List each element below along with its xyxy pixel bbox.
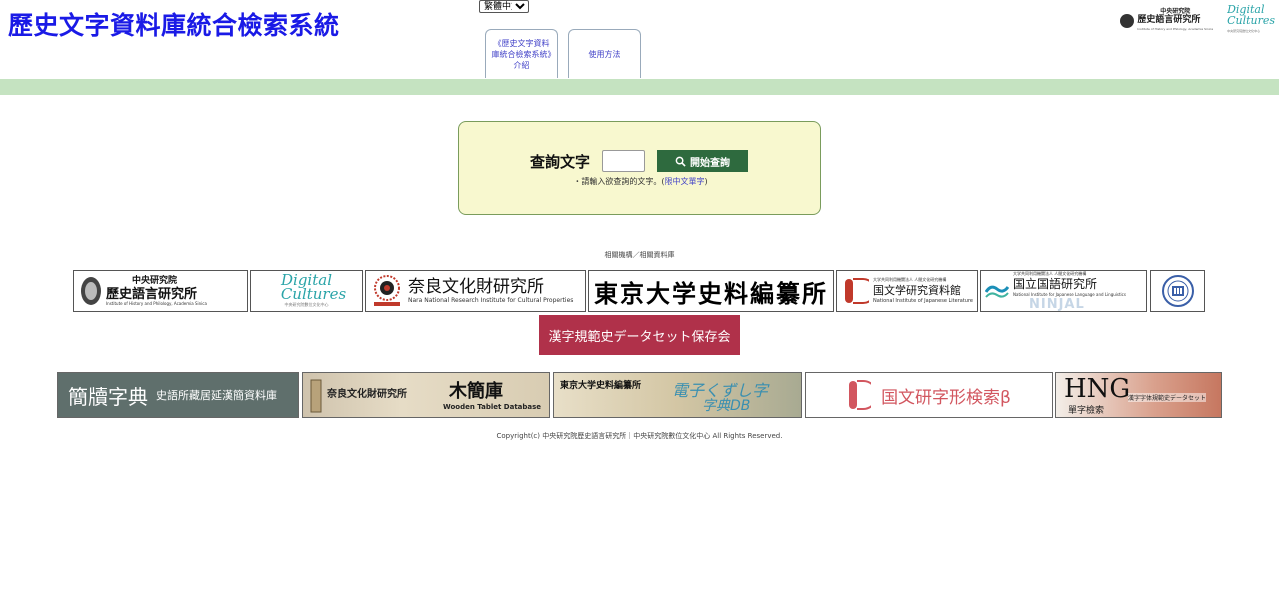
partner-dc-line2: Cultures xyxy=(280,285,347,303)
partner-historiographical-institute[interactable]: 東京大学史料編纂所 xyxy=(588,270,834,312)
partner-nijl-name: 国文学研究資料館 xyxy=(873,284,961,297)
nijl-book-icon xyxy=(849,380,872,410)
search-hint-link[interactable]: 限中文單字 xyxy=(665,177,705,186)
university-seal-icon xyxy=(1161,275,1194,307)
db-kuzushiji[interactable]: 東京大学史料編纂所 電子くずし字 字典DB xyxy=(553,372,802,418)
partner-ninjal-name: 国立国語研究所 xyxy=(1013,277,1098,291)
nara-emblem-icon xyxy=(374,275,400,306)
footer-copyright: Copyright(c) 中央研究院歷史語言研究所｜中央研究院數位文化中心 Al… xyxy=(496,432,783,440)
dc-header-line2: Cultures xyxy=(1227,14,1275,27)
partner-nijl-sub: National Institute of Japanese Literatur… xyxy=(873,298,973,304)
kanji-dataset-label: 漢字規範史データセット保存会 xyxy=(548,329,731,345)
db-jiandu-title: 簡牘字典 xyxy=(68,384,148,409)
tab-usage-label: 使用方法 xyxy=(588,49,621,59)
db-hng-side: 漢字字体規範史データセット xyxy=(1128,393,1207,402)
ihp-emblem-icon xyxy=(81,277,101,305)
partner-nijl[interactable]: 大学共同利用機関法人 人間文化研究機構 国文学研究資料館 National In… xyxy=(836,270,978,312)
db-mokkan-sub: Wooden Tablet Database xyxy=(443,403,542,411)
db-hng[interactable]: HNG 單字檢索 漢字字体規範史データセット xyxy=(1055,372,1222,418)
partner-dc-line3: 中央研究院數位文化中心 xyxy=(284,302,329,307)
db-jiandu-dictionary[interactable]: 簡牘字典 史語所藏居延漢簡資料庫 xyxy=(57,372,299,418)
tab-introduction[interactable]: 《歷史文字資料庫統合檢索系統》介紹 xyxy=(485,29,558,78)
partner-nara[interactable]: 奈良文化財研究所 Nara National Research Institut… xyxy=(365,270,586,312)
partner-ihp[interactable]: 中央研究院 歷史語言研究所 Institute of History and P… xyxy=(73,270,248,312)
ihp-header-line3: Institute of History and Philology, Acad… xyxy=(1137,27,1214,31)
partner-ninjal[interactable]: 大学共同利用機関法人 人間文化研究機構 国立国語研究所 National Ins… xyxy=(980,270,1147,312)
header-logos: 中央研究院 歷史語言研究所 Institute of History and P… xyxy=(1120,4,1279,37)
dc-header-line3: 中央研究院數位文化中心 xyxy=(1227,29,1261,33)
partner-ihp-line3: Institute of History and Philology, Acad… xyxy=(106,301,207,306)
db-kuzushiji-org: 東京大学史料編纂所 xyxy=(560,381,642,391)
ihp-header-logo[interactable]: 中央研究院 歷史語言研究所 Institute of History and P… xyxy=(1120,7,1213,34)
search-icon xyxy=(675,156,686,167)
header-divider-bar xyxy=(0,79,1279,95)
tab-usage[interactable]: 使用方法 xyxy=(568,29,641,78)
partner-digital-cultures[interactable]: Digital Cultures 中央研究院數位文化中心 xyxy=(250,270,363,312)
language-select[interactable]: 繁體中文 xyxy=(479,0,529,13)
dc-header-logo[interactable]: Digital Cultures 中央研究院數位文化中心 xyxy=(1227,4,1275,37)
search-button[interactable]: 開始查詢 xyxy=(657,150,748,172)
db-mokkan-org: 奈良文化財研究所 xyxy=(327,389,407,400)
db-jiandu-subtitle: 史語所藏居延漢簡資料庫 xyxy=(156,389,277,402)
db-mokkan[interactable]: 奈良文化財研究所 木簡庫 Wooden Tablet Database xyxy=(302,372,550,418)
partner-seal-logo[interactable] xyxy=(1150,270,1205,312)
mokkan-tablet-icon xyxy=(310,379,322,413)
search-panel: 查詢文字 開始查詢 ・請輸入欲查詢的文字。(限中文單字) xyxy=(458,121,821,215)
ninjal-wave-icon xyxy=(985,285,1009,298)
db-nijl-title: 国文研字形検索β xyxy=(881,387,1011,408)
db-hng-title: HNG xyxy=(1064,374,1131,404)
nijl-emblem-icon xyxy=(845,278,869,304)
search-hint: ・請輸入欲查詢的文字。(限中文單字) xyxy=(459,176,822,187)
site-title: 歷史文字資料庫統合檢索系統 xyxy=(8,11,340,40)
search-button-label: 開始查詢 xyxy=(690,157,730,169)
db-mokkan-title: 木簡庫 xyxy=(449,381,503,402)
db-kuzushiji-title2: 字典DB xyxy=(702,398,751,414)
db-nijl-glyph-search[interactable]: 国文研字形検索β xyxy=(805,372,1053,418)
search-hint-prefix: ・請輸入欲查詢的文字。( xyxy=(573,177,665,186)
partner-nara-sub: Nara National Research Institute for Cul… xyxy=(408,297,574,304)
search-input[interactable] xyxy=(602,150,645,172)
tab-introduction-label: 《歷史文字資料庫統合檢索系統》介紹 xyxy=(491,38,552,70)
partner-ihp-line2: 歷史語言研究所 xyxy=(106,287,198,302)
search-label: 查詢文字 xyxy=(530,153,591,171)
partner-nara-name: 奈良文化財研究所 xyxy=(408,277,544,297)
ihp-header-line2: 歷史語言研究所 xyxy=(1137,15,1201,25)
ihp-seal-icon xyxy=(1120,13,1135,28)
search-hint-suffix: ) xyxy=(704,177,708,186)
partner-ninjal-mark: NINJAL xyxy=(1029,297,1085,312)
db-hng-sub: 單字檢索 xyxy=(1068,406,1105,416)
kanji-dataset-button[interactable]: 漢字規範史データセット保存会 xyxy=(539,315,740,355)
related-heading: 相關機構／相關資料庫 xyxy=(604,251,675,259)
partner-hi-name: 東京大学史料編纂所 xyxy=(594,278,828,308)
